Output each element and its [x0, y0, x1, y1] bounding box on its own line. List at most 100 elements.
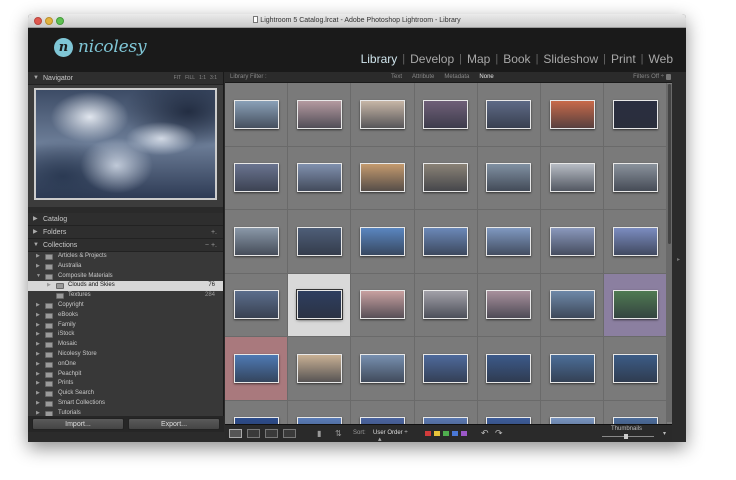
thumbnail-cell[interactable]	[414, 337, 478, 401]
expand-right-panel-icon[interactable]: ▸	[677, 256, 680, 263]
collection-item[interactable]: ▶ Articles & Projects	[28, 252, 223, 262]
navigator-image[interactable]	[34, 88, 217, 200]
export-button[interactable]: Export...	[128, 418, 220, 430]
thumbnail-cell[interactable]	[414, 210, 478, 274]
thumbnail-image[interactable]	[423, 290, 469, 320]
navigator-zoom-option[interactable]: 1:1	[199, 72, 206, 85]
thumbnail-image[interactable]	[423, 163, 469, 193]
collection-item[interactable]: ▶ Prints	[28, 379, 223, 389]
thumbnail-cell[interactable]	[288, 146, 352, 210]
spray-can-icon[interactable]: ▮	[317, 429, 321, 438]
thumbnail-cell[interactable]	[351, 83, 415, 147]
thumbnail-cell[interactable]	[477, 273, 541, 337]
thumbnail-image[interactable]	[423, 353, 469, 383]
thumbnail-image[interactable]	[486, 290, 532, 320]
expand-filmstrip-icon[interactable]: ▴	[378, 435, 382, 442]
module-slideshow[interactable]: Slideshow	[538, 52, 603, 66]
thumbnail-image[interactable]	[233, 353, 279, 383]
thumbnail-cell[interactable]	[288, 273, 352, 337]
navigator-header[interactable]: ▼ Navigator FIT FILL 1:1 3:1	[28, 72, 223, 85]
thumbnail-image[interactable]	[612, 290, 658, 320]
color-label-filter[interactable]	[425, 431, 431, 436]
module-web[interactable]: Web	[644, 52, 678, 66]
thumbnail-cell[interactable]	[225, 146, 289, 210]
color-label-filter[interactable]	[434, 431, 440, 436]
thumbnail-image[interactable]	[423, 417, 469, 424]
thumbnail-image[interactable]	[486, 99, 532, 129]
thumbnail-size-slider-knob[interactable]	[624, 434, 628, 439]
lock-icon[interactable]	[666, 74, 671, 80]
thumbnail-cell[interactable]	[540, 210, 605, 274]
add-folder-button[interactable]: +.	[211, 226, 217, 239]
thumbnail-image[interactable]	[612, 163, 658, 193]
thumbnail-cell[interactable]	[540, 337, 605, 401]
collection-item[interactable]: ▶ onOne	[28, 360, 223, 370]
thumbnail-cell[interactable]	[604, 146, 668, 210]
rotate-right-icon[interactable]: ↷	[495, 428, 503, 439]
thumbnail-image[interactable]	[486, 353, 532, 383]
collection-item[interactable]: ▶ Family	[28, 321, 223, 331]
thumbnail-image[interactable]	[486, 163, 532, 193]
triangle-right-icon[interactable]: ▶	[36, 370, 40, 380]
right-panel-collapsed[interactable]: ▸	[672, 72, 686, 442]
navigator-zoom-option[interactable]: 3:1	[210, 72, 217, 85]
collection-item[interactable]: ▶ Clouds and Skies 76	[28, 281, 223, 292]
thumbnail-cell[interactable]	[540, 273, 605, 337]
navigator-preview[interactable]	[28, 85, 223, 207]
grid-view-button[interactable]	[229, 429, 242, 438]
compare-view-button[interactable]	[265, 429, 278, 438]
thumbnail-cell[interactable]	[288, 210, 352, 274]
thumbnail-image[interactable]	[486, 226, 532, 256]
triangle-right-icon[interactable]: ▶	[36, 262, 40, 272]
thumbnail-image[interactable]	[233, 226, 279, 256]
collection-item[interactable]: ▼ Composite Materials	[28, 272, 223, 282]
thumbnail-image[interactable]	[423, 226, 469, 256]
thumbnail-image[interactable]	[486, 417, 532, 424]
thumbnail-image[interactable]	[296, 353, 342, 383]
thumbnail-image[interactable]	[296, 226, 342, 256]
thumbnail-image[interactable]	[612, 353, 658, 383]
collection-item[interactable]: ▶ eBooks	[28, 311, 223, 321]
triangle-right-icon[interactable]: ▶	[36, 399, 40, 409]
collection-item[interactable]: ▶ Australia	[28, 262, 223, 272]
navigator-zoom-option[interactable]: FILL	[185, 72, 195, 85]
collections-add-remove-buttons[interactable]: − +.	[205, 239, 217, 252]
module-develop[interactable]: Develop	[405, 52, 459, 66]
thumbnail-cell[interactable]	[351, 210, 415, 274]
sort-direction-icon[interactable]: ⇅	[335, 429, 342, 438]
color-label-filter[interactable]	[443, 431, 449, 436]
thumbnail-cell[interactable]	[351, 273, 415, 337]
triangle-right-icon[interactable]: ▶	[36, 379, 40, 389]
thumbnail-cell[interactable]	[604, 83, 668, 147]
collection-item[interactable]: ▶ Quick Search	[28, 389, 223, 399]
thumbnail-image[interactable]	[549, 290, 595, 320]
thumbnail-cell[interactable]	[604, 337, 668, 401]
loupe-view-button[interactable]	[247, 429, 260, 438]
rotate-left-icon[interactable]: ↶	[481, 428, 489, 439]
thumbnail-image[interactable]	[296, 99, 342, 129]
filter-metadata[interactable]: Metadata	[444, 72, 469, 83]
collection-item[interactable]: ▶ Smart Collections	[28, 399, 223, 409]
collection-item[interactable]: ▶ Nicolesy Store	[28, 350, 223, 360]
thumbnail-cell[interactable]	[414, 146, 478, 210]
triangle-right-icon[interactable]: ▶	[36, 252, 40, 262]
thumbnail-image[interactable]	[359, 99, 405, 129]
thumbnail-image[interactable]	[612, 226, 658, 256]
thumbnail-image[interactable]	[233, 163, 279, 193]
toolbar-content-menu[interactable]: ▾	[663, 430, 666, 437]
thumbnail-cell[interactable]	[351, 146, 415, 210]
thumbnail-cell[interactable]	[351, 400, 415, 424]
catalog-header[interactable]: ▶ Catalog	[28, 213, 223, 226]
triangle-right-icon[interactable]: ▶	[36, 350, 40, 360]
triangle-right-icon[interactable]: ▶	[36, 389, 40, 399]
thumbnail-cell[interactable]	[225, 273, 289, 337]
filter-text[interactable]: Text	[391, 72, 402, 83]
thumbnail-image[interactable]	[549, 163, 595, 193]
thumbnail-cell[interactable]	[477, 146, 541, 210]
thumbnail-cell[interactable]	[414, 273, 478, 337]
thumbnail-cell[interactable]	[477, 337, 541, 401]
triangle-down-icon[interactable]: ▼	[36, 272, 41, 282]
triangle-right-icon[interactable]: ▶	[36, 311, 40, 321]
module-book[interactable]: Book	[498, 52, 535, 66]
thumbnail-image[interactable]	[423, 99, 469, 129]
